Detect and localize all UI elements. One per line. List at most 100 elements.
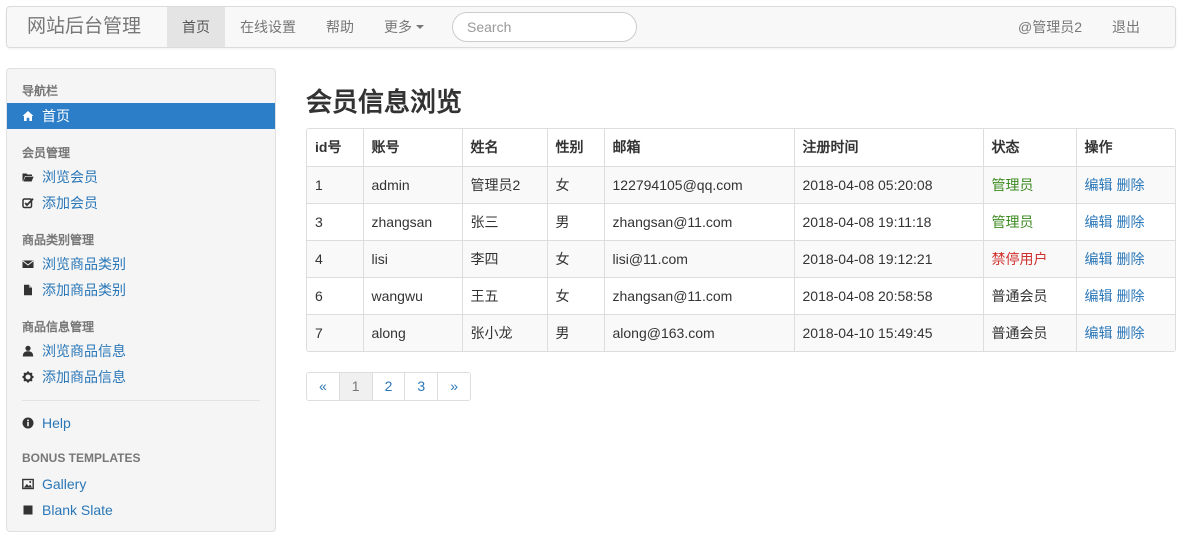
cell-name: 李四 (462, 240, 548, 278)
col-account: 账号 (363, 129, 463, 167)
sidebar: 导航栏 首页 会员管理 浏览会员 添加会员 商品类别管理 浏览商品类别 添加商品… (6, 68, 276, 532)
cell-id: 7 (307, 314, 364, 351)
pagination-prev[interactable]: « (307, 373, 340, 400)
cell-time: 2018-04-10 15:49:45 (794, 314, 984, 351)
delete-link[interactable]: 删除 (1117, 214, 1145, 230)
status-badge: 普通会员 (983, 314, 1077, 351)
sidebar-item-home-label: 首页 (42, 108, 70, 124)
cell-time: 2018-04-08 20:58:58 (794, 277, 984, 315)
pagination-next[interactable]: » (438, 373, 470, 400)
cell-id: 4 (307, 240, 364, 278)
page-title: 会员信息浏览 (306, 87, 463, 117)
brand-title[interactable]: 网站后台管理 (27, 7, 141, 47)
sidebar-item-label: 浏览商品类别 (42, 256, 126, 272)
cell-email: 122794105@qq.com (604, 166, 795, 204)
sidebar-item-home[interactable]: 首页 (7, 103, 275, 129)
sidebar-divider (22, 400, 260, 401)
status-badge: 禁停用户 (983, 240, 1077, 278)
cell-actions: 编辑 删除 (1076, 314, 1175, 351)
home-icon (22, 111, 34, 121)
edit-link[interactable]: 编辑 (1085, 177, 1113, 193)
cell-email: zhangsan@11.com (604, 277, 795, 315)
caret-down-icon (416, 25, 424, 30)
cell-gender: 男 (547, 314, 605, 351)
sidebar-item-label: 添加会员 (42, 195, 98, 211)
cell-email: zhangsan@11.com (604, 203, 795, 241)
pagination: « 1 2 3 » (306, 372, 471, 401)
info-icon (22, 417, 34, 429)
user-icon (22, 345, 34, 357)
status-badge: 普通会员 (983, 277, 1077, 315)
cell-gender: 女 (547, 277, 605, 315)
table-header-row: id号 账号 姓名 性别 邮箱 注册时间 状态 操作 (307, 129, 1175, 167)
sidebar-item-label: Gallery (42, 476, 87, 492)
cell-id: 3 (307, 203, 364, 241)
search-input[interactable] (452, 12, 637, 42)
cell-id: 1 (307, 166, 364, 204)
cell-name: 王五 (462, 277, 548, 315)
edit-link[interactable]: 编辑 (1085, 325, 1113, 341)
sidebar-item-browse-products[interactable]: 浏览商品信息 (22, 341, 126, 361)
nav-more-dropdown[interactable]: 更多 (369, 7, 439, 47)
delete-link[interactable]: 删除 (1117, 251, 1145, 267)
sidebar-item-label: 浏览会员 (42, 169, 98, 185)
nav-online-settings[interactable]: 在线设置 (225, 7, 311, 47)
col-gender: 性别 (547, 129, 605, 167)
sidebar-item-blank-slate[interactable]: Blank Slate (22, 500, 113, 520)
edit-link[interactable]: 编辑 (1085, 214, 1113, 230)
sidebar-header-members: 会员管理 (22, 146, 71, 160)
logout-link[interactable]: 退出 (1097, 7, 1155, 47)
table-row: 6 wangwu 王五女 zhangsan@11.com 2018-04-08 20:5… (307, 277, 1175, 315)
col-email: 邮箱 (604, 129, 795, 167)
delete-link[interactable]: 删除 (1117, 288, 1145, 304)
col-status: 状态 (983, 129, 1077, 167)
cell-email: lisi@11.com (604, 240, 795, 278)
col-actions: 操作 (1076, 129, 1175, 167)
cell-account: wangwu (363, 277, 463, 315)
col-name: 姓名 (462, 129, 548, 167)
cell-id: 6 (307, 277, 364, 315)
cell-actions: 编辑 删除 (1076, 277, 1175, 315)
check-edit-icon (22, 198, 34, 209)
sidebar-item-label: 添加商品信息 (42, 369, 126, 385)
edit-link[interactable]: 编辑 (1085, 251, 1113, 267)
cell-gender: 男 (547, 203, 605, 241)
nav-more-label: 更多 (384, 19, 412, 35)
nav-user[interactable]: @管理员2 (1003, 7, 1097, 47)
sidebar-header-categories: 商品类别管理 (22, 233, 95, 247)
cell-gender: 女 (547, 240, 605, 278)
sidebar-item-gallery[interactable]: Gallery (22, 474, 86, 494)
folder-open-icon (22, 173, 34, 182)
table-row: 4 lisi 李四女 lisi@11.com 2018-04-08 19:12:21 禁停… (307, 240, 1175, 278)
nav-home[interactable]: 首页 (167, 7, 225, 47)
edit-link[interactable]: 编辑 (1085, 288, 1113, 304)
sidebar-item-help[interactable]: Help (22, 413, 71, 433)
cell-time: 2018-04-08 19:11:18 (794, 203, 984, 241)
pagination-page-1[interactable]: 1 (339, 373, 373, 400)
table-row: 1 admin 管理员2 女 122794105@qq.com 2018-04-08 05… (307, 166, 1175, 204)
cell-email: along@163.com (604, 314, 795, 351)
sidebar-header-products: 商品信息管理 (22, 320, 95, 334)
file-icon (24, 284, 32, 296)
sidebar-item-label: 添加商品类别 (42, 282, 126, 298)
cell-name: 张三 (462, 203, 548, 241)
sidebar-item-browse-members[interactable]: 浏览会员 (22, 167, 98, 187)
cell-account: admin (363, 166, 463, 204)
sidebar-item-browse-categories[interactable]: 浏览商品类别 (22, 254, 126, 274)
sidebar-item-add-member[interactable]: 添加会员 (22, 193, 98, 213)
pagination-page-2[interactable]: 2 (372, 373, 406, 400)
envelope-icon (22, 260, 34, 268)
cell-time: 2018-04-08 05:20:08 (794, 166, 984, 204)
sidebar-item-label: Help (42, 415, 71, 431)
cell-gender: 女 (547, 166, 605, 204)
delete-link[interactable]: 删除 (1117, 325, 1145, 341)
nav-help[interactable]: 帮助 (311, 7, 369, 47)
status-badge: 管理员 (983, 166, 1077, 204)
delete-link[interactable]: 删除 (1117, 177, 1145, 193)
cell-account: zhangsan (363, 203, 463, 241)
cell-actions: 编辑 删除 (1076, 203, 1175, 241)
pagination-page-3[interactable]: 3 (405, 373, 439, 400)
sidebar-item-add-category[interactable]: 添加商品类别 (22, 280, 126, 300)
sidebar-item-add-product[interactable]: 添加商品信息 (22, 367, 126, 387)
cell-name: 张小龙 (462, 314, 548, 351)
